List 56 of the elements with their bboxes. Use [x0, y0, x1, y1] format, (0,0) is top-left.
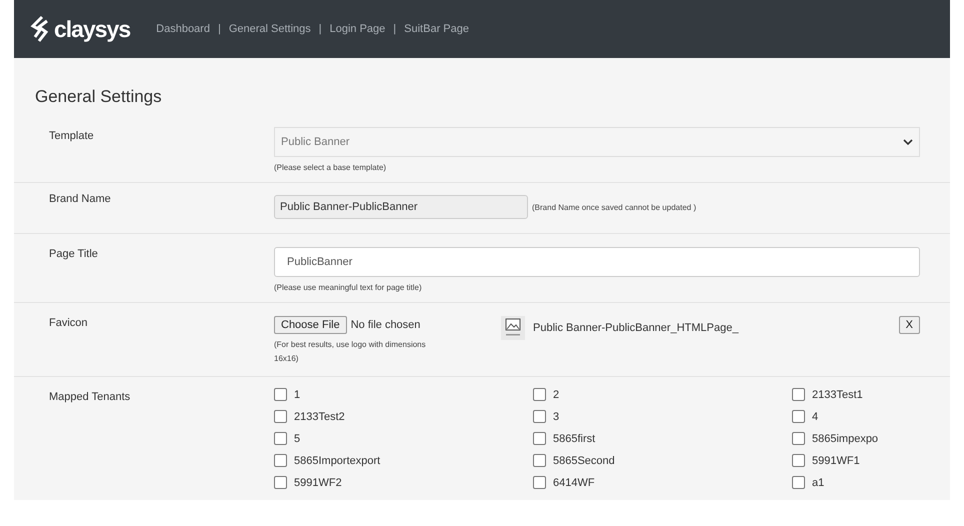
field-label: Favicon [49, 316, 89, 331]
nav-separator: | [218, 23, 221, 35]
checkbox-label: 5865first [553, 432, 596, 444]
checkbox[interactable] [274, 388, 287, 401]
nav-separator: | [393, 23, 396, 35]
checkbox-label: a1 [812, 476, 824, 488]
brand-name-field[interactable]: Public Banner-PublicBanner [274, 195, 528, 219]
remove-button[interactable]: X [898, 316, 920, 334]
checkbox[interactable] [274, 454, 287, 467]
page-heading: General Settings [34, 86, 163, 108]
checkbox-label: 2 [553, 388, 560, 400]
nav-separator: | [318, 23, 322, 35]
checkbox[interactable] [533, 476, 546, 489]
checkbox[interactable] [274, 410, 287, 423]
image-thumbnail-icon [501, 316, 525, 340]
chevron-down-icon [903, 138, 913, 146]
hint-text: (Please use meaningful text for page title) [274, 282, 423, 294]
checkbox[interactable] [792, 476, 805, 489]
logo-text: claysys [54, 16, 130, 42]
checkbox[interactable] [792, 454, 805, 467]
note-text: (Brand Name once saved cannot be updated ) [532, 202, 696, 212]
checkbox-label: 5865Importexport [294, 454, 380, 466]
checkbox-label: 2133Test1 [812, 388, 863, 400]
field-label: Mapped Tenants [49, 390, 132, 405]
checkbox[interactable] [792, 432, 805, 445]
file-status: No file chosen [350, 319, 420, 331]
checkbox-label: 5991WF2 [294, 476, 342, 488]
hint-text: (For best results, use logo with dimensions 16x16) [274, 339, 427, 365]
checkbox[interactable] [792, 410, 805, 423]
checkbox[interactable] [533, 388, 546, 401]
nav-link[interactable]: Dashboard [156, 23, 210, 35]
field-label: Brand Name [49, 192, 112, 207]
checkbox-label: 5 [294, 432, 300, 444]
checkbox-label: 3 [553, 410, 560, 422]
checkbox[interactable] [533, 410, 546, 423]
checkbox[interactable] [533, 432, 546, 445]
checkbox-label: 5865impexpo [812, 432, 878, 444]
file-name: Public Banner-PublicBanner_HTMLPage_ [533, 322, 738, 334]
checkbox-label: 6414WF [553, 476, 595, 488]
checkbox-label: 5991WF1 [812, 454, 860, 466]
checkbox[interactable] [274, 476, 287, 489]
checkbox-label: 1 [294, 388, 300, 400]
checkbox[interactable] [792, 388, 805, 401]
hint-text: (Please select a base template) [274, 162, 388, 174]
page-title-field[interactable]: PublicBanner [274, 247, 920, 277]
nav-link[interactable]: SuitBar Page [404, 23, 469, 35]
checkbox-label: 5865Second [553, 454, 615, 466]
choose-file-button[interactable]: Choose File [274, 316, 347, 334]
field-label: Template [49, 129, 95, 144]
checkbox-label: 2133Test2 [294, 410, 345, 422]
checkbox-label: 4 [812, 410, 818, 422]
checkbox[interactable] [274, 432, 287, 445]
nav-link[interactable]: General Settings [228, 23, 311, 35]
field-label: Page Title [49, 247, 99, 262]
checkbox[interactable] [533, 454, 546, 467]
nav-link[interactable]: Login Page [330, 23, 386, 35]
